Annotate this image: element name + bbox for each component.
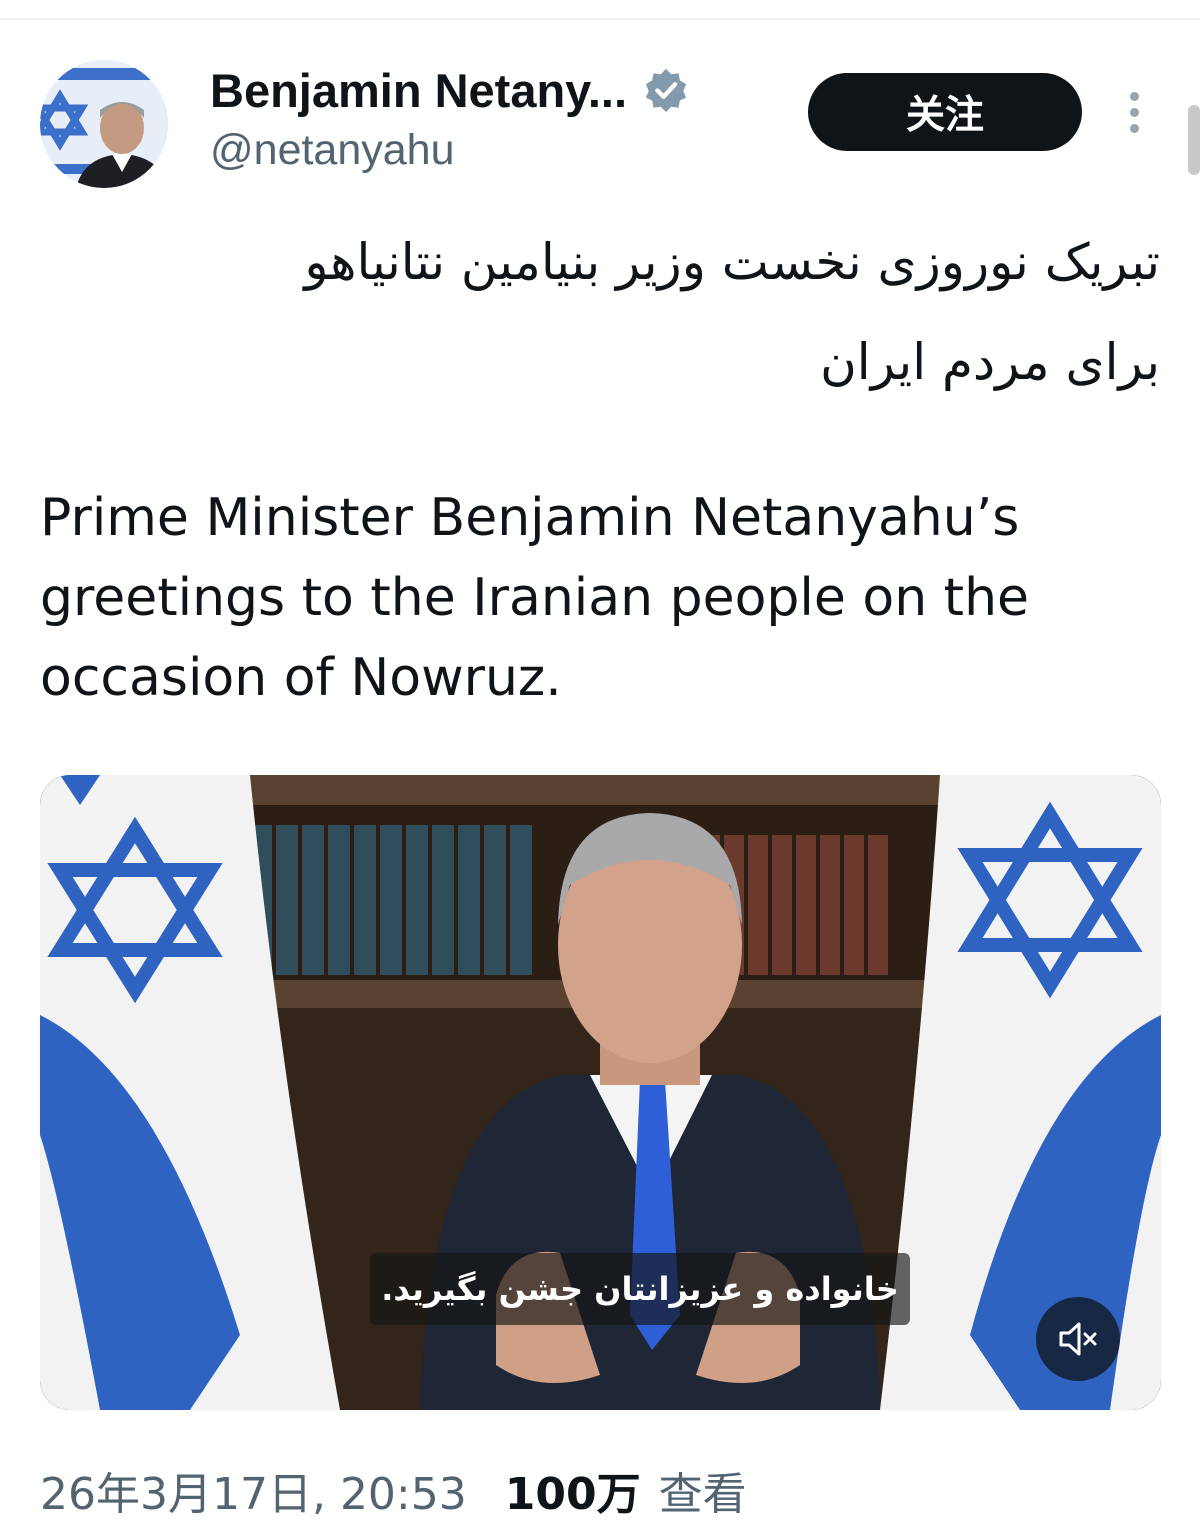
scrollbar[interactable] (1188, 105, 1200, 175)
more-vertical-icon[interactable] (1118, 88, 1154, 138)
author-name-row[interactable]: Benjamin Netany... (210, 58, 689, 122)
post-text-persian: تبریک نوروزی نخست وزیر بنیامین نتانیاهو … (304, 233, 1160, 391)
video-caption: خانواده و عزیزانتان جشن بگیرید. (370, 1253, 910, 1325)
post-timestamp[interactable]: 26年3月17日, 20:53 (40, 1458, 467, 1522)
author-handle[interactable]: @netanyahu (210, 126, 455, 175)
avatar[interactable] (40, 60, 168, 188)
verified-badge-icon (645, 68, 687, 113)
view-count: 100万 (504, 1469, 641, 1520)
author-display-name[interactable]: Benjamin Netany... (210, 63, 627, 118)
top-divider (0, 18, 1200, 20)
follow-button[interactable]: 关注 (808, 73, 1082, 151)
video-player[interactable]: خانواده و عزیزانتان جشن بگیرید. (40, 775, 1161, 1410)
view-count-label: 查看 (658, 1469, 747, 1520)
post-text-english: Prime Minister Benjamin Netanyahu’s gree… (40, 488, 1030, 708)
speaker-muted-icon (1059, 1322, 1097, 1356)
mute-button[interactable] (1036, 1297, 1120, 1381)
post-meta: 26年3月17日, 20:53 100万 查看 (40, 1455, 747, 1525)
